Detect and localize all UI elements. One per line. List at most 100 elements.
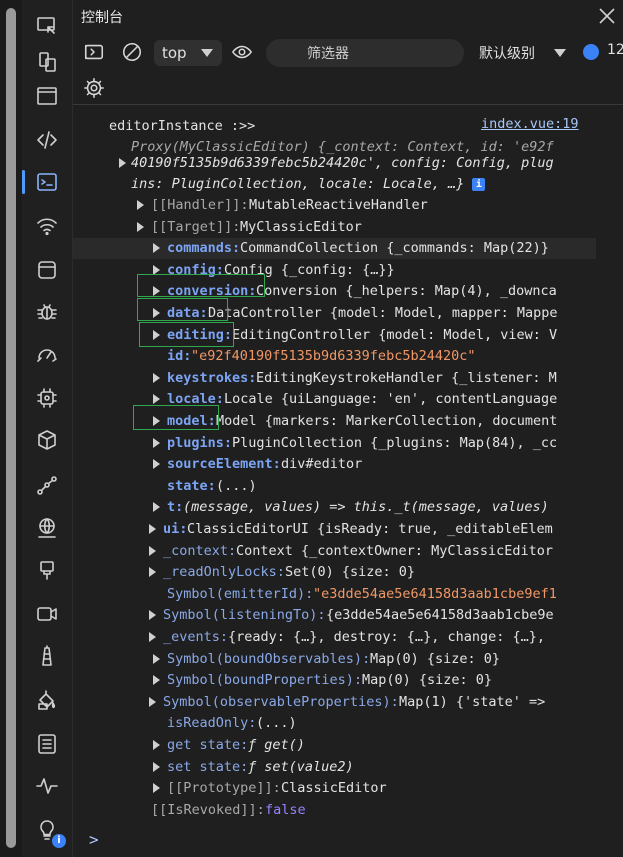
property-row-13[interactable]: ui: ClassicEditorUI {isReady: true, _edi… (73, 519, 596, 540)
gear-icon (84, 78, 104, 98)
graph-icon[interactable] (22, 468, 72, 504)
paint-bucket-icon[interactable] (22, 682, 72, 718)
property-row-18[interactable]: _events: {ready: {…}, destroy: {…}, chan… (73, 627, 596, 648)
expand-triangle-icon[interactable] (153, 740, 160, 750)
property-value: EditingKeystrokeHandler {_listener: M (256, 369, 557, 386)
code-icon[interactable] (22, 122, 72, 158)
scrollbar-thumb[interactable] (6, 8, 16, 848)
property-row-0[interactable]: commands: CommandCollection {_commands: … (73, 238, 596, 260)
property-value: EditingController {model: Model, view: V (232, 326, 558, 343)
property-key: Symbol(boundProperties): (167, 672, 363, 689)
property-key: set state: (167, 758, 249, 775)
expand-triangle-icon[interactable] (137, 200, 144, 210)
property-value: (...) (256, 715, 297, 732)
info-badge-icon: i (52, 834, 66, 848)
property-key: t: (167, 499, 184, 516)
memory-chip-icon[interactable] (22, 380, 72, 416)
property-row-24[interactable]: set state: ƒ set(value2) (73, 757, 596, 778)
expand-triangle-icon[interactable] (149, 567, 156, 578)
property-row-5: id: "e92f40190f5135b9d6339febc5b24420c" (73, 346, 596, 367)
clear-console-button[interactable] (119, 40, 145, 64)
expand-triangle-icon[interactable] (153, 761, 160, 772)
console-panel: 控制台 top 筛选器 默认级别 12 editorInstance:>> i… (73, 0, 623, 857)
list-icon[interactable] (22, 726, 72, 762)
info-icon[interactable]: i (472, 178, 486, 191)
console-prompt[interactable]: > (89, 830, 99, 849)
property-row-14[interactable]: _context: Context {_contextOwner: MyClas… (73, 541, 596, 562)
console-icon[interactable] (22, 164, 72, 200)
live-expression-button[interactable] (229, 40, 255, 64)
expand-triangle-icon[interactable] (153, 459, 160, 470)
expand-triangle-icon[interactable] (149, 545, 156, 556)
expand-triangle-icon[interactable] (119, 158, 126, 168)
property-row-6[interactable]: keystrokes: EditingKeystrokeHandler {_li… (73, 368, 596, 389)
pulse-icon[interactable] (22, 768, 72, 804)
property-value: Map(1) {'state' => (399, 693, 546, 710)
property-key: _events: (163, 629, 229, 645)
property-row-23[interactable]: get state: ƒ get() (73, 735, 596, 756)
window-scrollbar[interactable] (0, 0, 22, 857)
chevron-down-icon (201, 49, 213, 57)
expand-triangle-icon[interactable] (153, 653, 160, 664)
log-levels-dropdown[interactable]: 默认级别 (479, 43, 535, 63)
property-value: {ready: {…}, destroy: {…}, change: {…}, (228, 629, 545, 645)
expand-triangle-icon[interactable] (153, 243, 160, 254)
property-value: Context {_contextOwner: MyClassicEditor (236, 542, 553, 559)
property-value: Conversion {_helpers: Map(4), _downca (256, 283, 557, 300)
property-row-21[interactable]: Symbol(observableProperties): Map(1) {'s… (73, 692, 596, 713)
console-settings-button[interactable] (81, 76, 107, 100)
device-mirror-icon[interactable] (22, 44, 72, 80)
expand-triangle-icon[interactable] (149, 632, 156, 642)
property-row-19[interactable]: Symbol(boundObservables): Map(0) {size: … (73, 649, 596, 670)
application-icon[interactable] (22, 252, 72, 288)
property-key: keystrokes: (167, 369, 257, 386)
bug-icon[interactable] (22, 294, 72, 330)
property-row-10[interactable]: sourceElement: div#editor (73, 454, 596, 475)
property-value: ƒ get() (248, 737, 305, 753)
property-row-20[interactable]: Symbol(boundProperties): Map(0) {size: 0… (73, 670, 596, 691)
prototype-row[interactable]: [[Prototype]]: ClassicEditor (73, 778, 596, 799)
performance-icon[interactable] (22, 336, 72, 372)
panel-title-bar: 控制台 (73, 0, 623, 32)
message-icon[interactable] (583, 44, 599, 60)
window-icon[interactable] (22, 78, 72, 114)
source-link[interactable]: index.vue:19 (481, 116, 579, 132)
network-globe-icon[interactable] (22, 510, 72, 546)
property-value: MyClassicEditor (240, 218, 362, 235)
console-toolbar: top 筛选器 默认级别 12 (73, 34, 623, 70)
lighthouse-icon[interactable] (22, 638, 72, 674)
property-key: _readOnlyLocks: (163, 564, 285, 581)
expand-triangle-icon[interactable] (153, 437, 160, 448)
plug-icon[interactable] (22, 552, 72, 588)
activity-bar: i (22, 0, 73, 857)
property-value: Locale {uiLanguage: 'en', contentLanguag… (224, 391, 558, 408)
expand-triangle-icon[interactable] (149, 524, 156, 534)
property-value: false (265, 801, 306, 818)
property-value: ClassicEditorUI {isReady: true, _editabl… (187, 521, 553, 537)
settings-row (73, 72, 623, 105)
filter-input[interactable]: 筛选器 (266, 39, 464, 67)
cube-icon[interactable] (22, 422, 72, 458)
wifi-icon[interactable] (22, 208, 72, 244)
expand-triangle-icon[interactable] (149, 696, 156, 707)
toggle-sidebar-button[interactable] (81, 40, 107, 64)
expand-triangle-icon[interactable] (153, 394, 160, 405)
highlight-box-model (133, 405, 219, 430)
video-icon[interactable] (22, 596, 72, 632)
expand-triangle-icon[interactable] (153, 372, 160, 383)
context-select[interactable]: top (154, 40, 222, 66)
property-row-17[interactable]: Symbol(listeningTo): {e3dde54ae5e64158d3… (73, 605, 596, 626)
handler-row[interactable]: [[Handler]]: MutableReactiveHandler (73, 195, 596, 216)
expand-triangle-icon[interactable] (153, 675, 160, 686)
expand-triangle-icon[interactable] (153, 502, 160, 513)
close-button[interactable] (595, 4, 619, 28)
property-value: Set(0) {size: 0} (285, 564, 416, 581)
expand-triangle-icon[interactable] (153, 783, 160, 794)
expand-triangle-icon[interactable] (137, 221, 144, 232)
property-row-9[interactable]: plugins: PluginCollection {_plugins: Map… (73, 433, 596, 454)
expand-triangle-icon[interactable] (149, 610, 156, 621)
target-row[interactable]: [[Target]]: MyClassicEditor (73, 217, 596, 238)
device-inspect-icon[interactable] (22, 8, 72, 44)
property-row-15[interactable]: _readOnlyLocks: Set(0) {size: 0} (73, 562, 596, 583)
property-row-12[interactable]: t: (message, values) => this._t(message,… (73, 497, 596, 518)
